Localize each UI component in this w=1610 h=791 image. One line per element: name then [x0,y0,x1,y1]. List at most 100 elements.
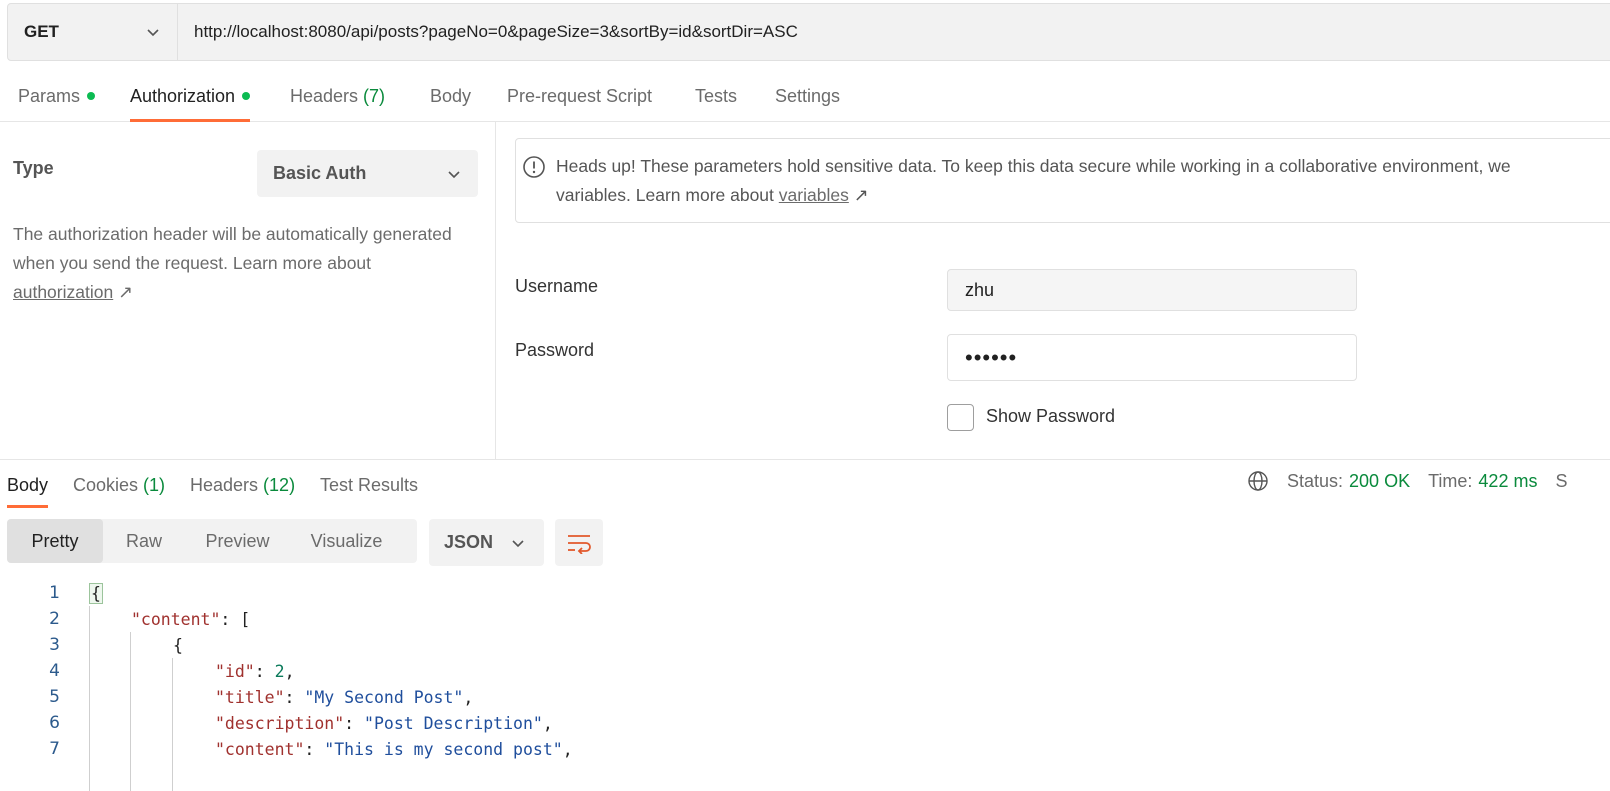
tab-settings[interactable]: Settings [775,70,840,122]
status-value[interactable]: 200 OK [1349,471,1410,492]
tab-count: (12) [263,474,296,495]
tab-pre-request-script[interactable]: Pre-request Script [507,70,652,122]
username-label: Username [515,276,599,296]
tab-authorization[interactable]: Authorization [130,70,251,122]
tab-label: Authorization [130,85,236,106]
view-mode-group: Pretty Raw Preview Visualize [7,519,417,563]
tab-tests[interactable]: Tests [695,70,737,122]
variables-link[interactable]: variables [779,185,849,205]
format-select[interactable]: JSON [429,519,544,566]
size-label-truncated: S [1555,470,1568,491]
status-label: Status: [1287,470,1344,491]
code-text: { [89,582,103,604]
view-preview-button[interactable]: Preview [185,519,290,563]
auth-type-value: Basic Auth [273,163,367,183]
external-link-icon: ↗ [853,185,869,205]
view-raw-button[interactable]: Raw [103,519,185,563]
notice-text: Heads up! These parameters hold sensitiv… [556,152,1610,210]
show-password-checkbox[interactable] [947,404,974,431]
tab-count: (1) [143,474,166,495]
auth-type-select[interactable]: Basic Auth [257,150,478,197]
code-text: : [ [220,609,251,629]
chevron-down-icon [147,29,159,37]
tab-label: Pre-request Script [507,85,653,106]
code-text: , [562,739,573,759]
response-tab-headers[interactable]: Headers (12) [190,462,295,508]
external-link-icon: ↗ [118,282,133,302]
tab-label: Settings [775,85,841,106]
line-number: 4 [49,661,60,681]
method-label: GET [24,22,59,41]
time-value[interactable]: 422 ms [1478,471,1537,492]
response-body-editor[interactable]: 1 { 2 "content": [ 3 { 4 "id": 2, 5 "tit… [0,580,1610,791]
wrap-lines-icon [568,534,591,554]
response-tab-test-results[interactable]: Test Results [320,462,418,508]
json-key: "content" [215,739,305,759]
code-text: , [284,661,295,681]
tab-count: (7) [363,85,386,106]
code-text: , [463,687,474,707]
json-key: "content" [131,609,221,629]
line-number: 1 [49,583,60,603]
json-key: "description" [215,713,345,733]
info-icon [523,156,545,178]
tab-label: Params [18,85,81,106]
tab-headers[interactable]: Headers (7) [290,70,385,122]
show-password-label[interactable]: Show Password [986,406,1115,427]
response-tab-body[interactable]: Body [7,462,49,508]
tab-params[interactable]: Params [18,70,96,122]
password-label: Password [515,340,595,360]
code-line: 1 { [0,580,1610,606]
view-pretty-button[interactable]: Pretty [7,519,103,563]
notice-line-2: variables. Learn more about variables ↗ [556,181,1610,210]
authorization-link[interactable]: authorization [13,282,113,302]
tab-label: Test Results [320,474,419,495]
request-tabs: Params Authorization Headers (7) Body Pre… [0,70,1610,122]
chevron-down-icon [512,539,524,547]
tab-label: Body [430,85,472,106]
line-number: 2 [49,609,60,629]
wrap-lines-button[interactable] [555,519,603,566]
active-indicator-dot [87,92,96,100]
code-line: 7 "content": "This is my second post", [0,736,1610,762]
notice-line-1: Heads up! These parameters hold sensitiv… [556,156,1511,176]
auth-description-text: The authorization header will be automat… [13,224,452,273]
tab-label: Headers [190,474,259,495]
line-number: 6 [49,713,60,733]
json-string: "My Second Post" [304,687,464,707]
request-bar: GET http://localhost:8080/api/posts?page… [7,3,1610,61]
sensitive-data-notice: Heads up! These parameters hold sensitiv… [515,138,1610,223]
username-input[interactable]: zhu [947,269,1357,311]
notice-line-2-text: variables. Learn more about [556,185,774,205]
json-key: "id" [215,661,255,681]
code-line: 5 "title": "My Second Post", [0,684,1610,710]
line-number: 7 [49,739,60,759]
tab-label: Body [7,474,49,495]
line-number: 3 [49,635,60,655]
active-indicator-dot [242,92,251,100]
auth-description: The authorization header will be automat… [13,220,463,307]
chevron-down-icon [448,170,460,178]
auth-type-label: Type [13,158,54,178]
response-tab-cookies[interactable]: Cookies (1) [73,462,165,508]
tab-body[interactable]: Body [430,70,471,122]
url-input[interactable]: http://localhost:8080/api/posts?pageNo=0… [178,4,1610,60]
method-select[interactable]: GET [8,4,178,60]
json-string: "Post Description" [364,713,543,733]
code-line: 4 "id": 2, [0,658,1610,684]
password-input[interactable]: •••••• [947,334,1357,381]
globe-icon[interactable] [1247,470,1269,492]
view-visualize-button[interactable]: Visualize [290,519,403,563]
code-line: 2 "content": [ [0,606,1610,632]
json-key: "title" [215,687,285,707]
json-string: "This is my second post" [324,739,563,759]
json-number: 2 [274,661,285,681]
tab-label: Cookies [73,474,139,495]
format-value: JSON [444,532,494,552]
code-text: { [173,635,183,655]
response-divider [0,459,1610,460]
code-line: 3 { [0,632,1610,658]
time-label: Time: [1428,470,1473,491]
tab-label: Headers [290,85,359,106]
active-tab-underline [7,505,49,508]
